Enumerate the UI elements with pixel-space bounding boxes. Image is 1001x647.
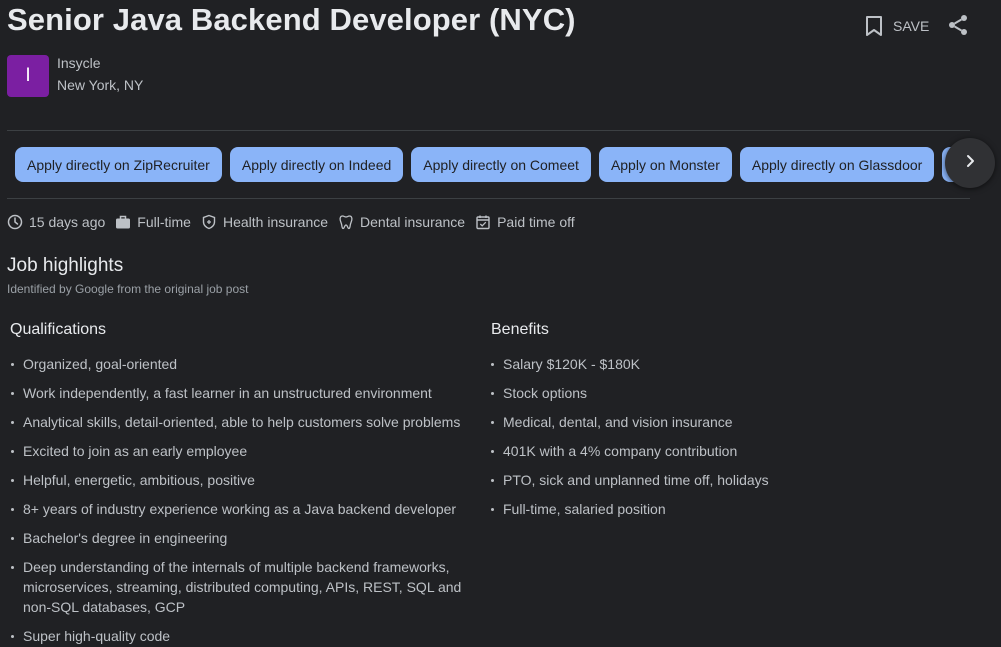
meta-posted: 15 days ago — [7, 214, 105, 230]
list-item: 401K with a 4% company contribution — [487, 441, 957, 461]
divider — [7, 198, 970, 199]
apply-comeet-button[interactable]: Apply directly on Comeet — [411, 147, 591, 182]
list-item: Organized, goal-oriented — [7, 354, 467, 374]
apply-indeed-button[interactable]: Apply directly on Indeed — [229, 147, 404, 182]
highlights-title: Job highlights — [7, 255, 124, 276]
meta-health: Health insurance — [201, 214, 328, 230]
apply-glassdoor-button[interactable]: Apply directly on Glassdoor — [739, 147, 935, 182]
list-item: Excited to join as an early employee — [7, 441, 467, 461]
tooth-icon — [338, 214, 360, 230]
job-title: Senior Java Backend Developer (NYC) — [7, 2, 576, 37]
meta-label: Dental insurance — [360, 214, 466, 230]
list-item: Stock options — [487, 383, 957, 403]
benefits-heading: Benefits — [491, 321, 549, 338]
save-label: SAVE — [893, 18, 930, 34]
job-detail-panel: Senior Java Backend Developer (NYC) SAVE… — [0, 0, 1001, 647]
apply-options-row: Apply directly on ZipRecruiter Apply dir… — [15, 147, 970, 182]
meta-label: Paid time off — [497, 214, 575, 230]
apply-ziprecruiter-button[interactable]: Apply directly on ZipRecruiter — [15, 147, 222, 182]
list-item: Bachelor's degree in engineering — [7, 528, 467, 548]
calendar-check-icon — [475, 214, 497, 230]
list-item: Super high-quality code — [7, 626, 467, 646]
save-button[interactable]: SAVE — [864, 13, 929, 39]
briefcase-icon — [115, 214, 137, 230]
company-name: Insycle — [57, 55, 101, 71]
scroll-next-button[interactable] — [945, 138, 995, 188]
list-item: Full-time, salaried position — [487, 499, 957, 519]
meta-label: Health insurance — [222, 214, 329, 230]
list-item: Analytical skills, detail-oriented, able… — [7, 412, 467, 432]
meta-job-type: Full-time — [115, 214, 191, 230]
list-item: Helpful, energetic, ambitious, positive — [7, 470, 467, 490]
benefits-list: Salary $120K - $180K Stock options Medic… — [487, 354, 957, 528]
meta-pto: Paid time off — [475, 214, 575, 230]
meta-label: Full-time — [137, 214, 191, 230]
list-item: Medical, dental, and vision insurance — [487, 412, 957, 432]
highlights-subtitle: Identified by Google from the original j… — [7, 282, 249, 296]
shield-icon — [201, 214, 223, 230]
meta-label: 15 days ago — [29, 214, 106, 230]
share-button[interactable] — [946, 13, 970, 37]
share-icon — [946, 15, 970, 41]
bookmark-icon — [864, 15, 884, 37]
company-location: New York, NY — [57, 77, 144, 93]
list-item: 8+ years of industry experience working … — [7, 499, 467, 519]
job-meta-row: 15 days ago Full-time Health insurance D… — [7, 214, 585, 230]
list-item: PTO, sick and unplanned time off, holida… — [487, 470, 957, 490]
list-item: Deep understanding of the internals of m… — [7, 557, 467, 617]
chevron-right-icon — [962, 153, 978, 174]
list-item: Salary $120K - $180K — [487, 354, 957, 374]
qualifications-list: Organized, goal-oriented Work independen… — [7, 354, 467, 647]
apply-monster-button[interactable]: Apply on Monster — [598, 147, 732, 182]
clock-icon — [7, 214, 29, 230]
company-logo: I — [7, 55, 49, 97]
divider — [7, 130, 970, 131]
qualifications-heading: Qualifications — [10, 321, 107, 338]
list-item: Work independently, a fast learner in an… — [7, 383, 467, 403]
meta-dental: Dental insurance — [338, 214, 465, 230]
